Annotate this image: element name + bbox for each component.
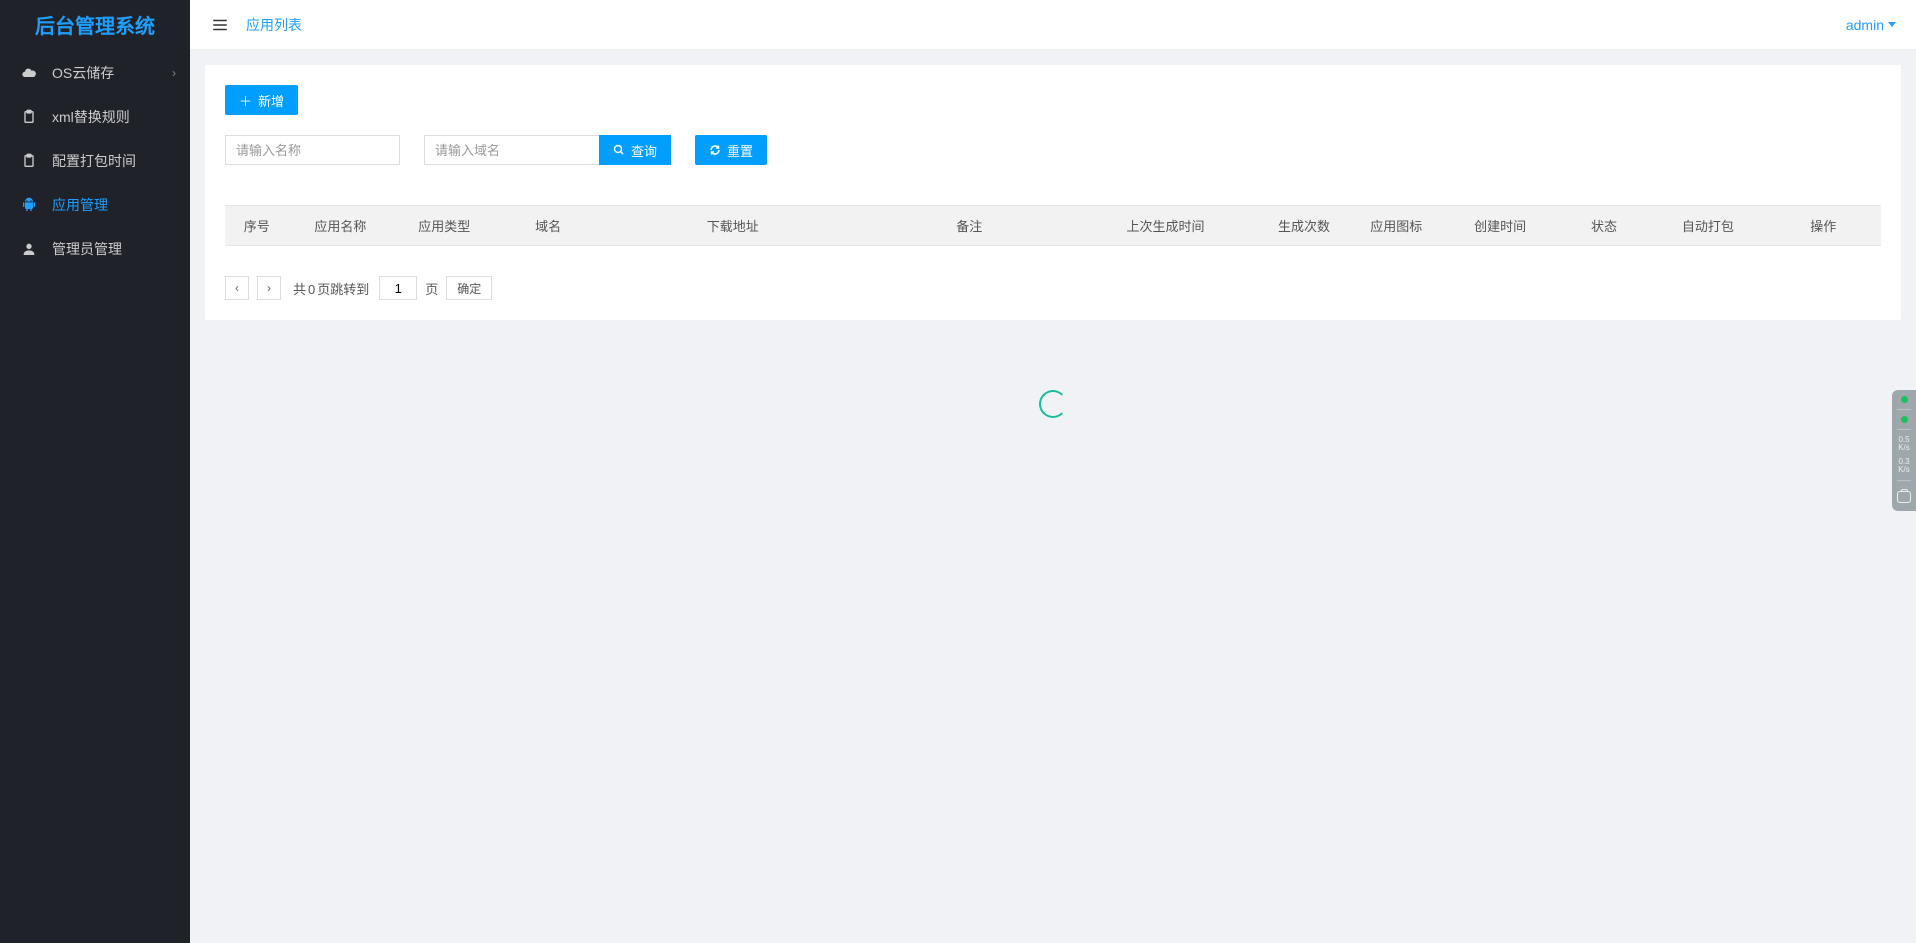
android-icon (20, 197, 38, 213)
th-app-type: 应用类型 (392, 206, 496, 246)
plus-icon: ＋ (239, 91, 252, 110)
sidebar-item-package-time[interactable]: 配置打包时间 (0, 139, 190, 183)
pager-prev[interactable]: ‹ (225, 276, 249, 300)
net-up: 0.5K/s (1898, 436, 1910, 452)
divider (1897, 429, 1911, 430)
clipboard-icon (20, 109, 38, 125)
chevron-right-icon: › (172, 66, 176, 80)
sidebar-item-label: 应用管理 (52, 195, 108, 215)
th-last-gen: 上次生成时间 (1073, 206, 1258, 246)
sidebar-item-label: 管理员管理 (52, 239, 122, 259)
th-app-name: 应用名称 (288, 206, 392, 246)
pager-page-input[interactable] (379, 276, 417, 300)
cloud-icon (20, 65, 38, 81)
search-button[interactable]: 查询 (599, 135, 671, 165)
status-dot-icon (1901, 396, 1908, 403)
caret-down-icon (1888, 22, 1896, 27)
search-icon (613, 144, 625, 156)
pager-confirm[interactable]: 确定 (446, 276, 492, 300)
reset-button[interactable]: 重置 (695, 135, 767, 165)
th-remark: 备注 (865, 206, 1073, 246)
th-icon: 应用图标 (1350, 206, 1442, 246)
pager-suffix: 页 (425, 279, 438, 298)
sidebar-item-xml-rules[interactable]: xml替换规则 (0, 95, 190, 139)
th-create-time: 创建时间 (1442, 206, 1557, 246)
th-actions: 操作 (1766, 206, 1881, 246)
divider (1897, 409, 1911, 410)
th-auto-pack: 自动打包 (1650, 206, 1765, 246)
refresh-icon (709, 144, 721, 156)
pagination: ‹ › 共0页跳转到 页 确定 (225, 276, 1881, 300)
th-download-url: 下载地址 (600, 206, 865, 246)
th-index: 序号 (225, 206, 288, 246)
table-header-row: 序号 应用名称 应用类型 域名 下载地址 备注 上次生成时间 生成次数 应用图标… (225, 206, 1881, 246)
sidebar-item-label: xml替换规则 (52, 107, 130, 127)
app-table: 序号 应用名称 应用类型 域名 下载地址 备注 上次生成时间 生成次数 应用图标… (225, 205, 1881, 246)
sidebar-item-app-management[interactable]: 应用管理 (0, 183, 190, 227)
status-dot-icon (1901, 416, 1908, 423)
user-name: admin (1846, 17, 1884, 33)
add-button[interactable]: ＋ 新增 (225, 85, 298, 115)
topbar: 应用列表 admin (190, 0, 1916, 50)
app-title: 后台管理系统 (0, 0, 190, 51)
th-domain: 域名 (496, 206, 600, 246)
camera-icon (1897, 491, 1911, 503)
sidebar-item-os-cloud[interactable]: OS云储存 › (0, 51, 190, 95)
th-status: 状态 (1558, 206, 1650, 246)
clipboard-icon (20, 153, 38, 169)
net-down: 0.3K/s (1898, 458, 1910, 474)
th-gen-count: 生成次数 (1258, 206, 1350, 246)
collapse-sidebar-button[interactable] (210, 16, 230, 34)
pager-next[interactable]: › (257, 276, 281, 300)
network-monitor-widget[interactable]: 0.5K/s 0.3K/s (1892, 390, 1916, 511)
divider (1897, 480, 1911, 481)
breadcrumb: 应用列表 (246, 15, 302, 35)
user-icon (20, 241, 38, 257)
sidebar-item-label: 配置打包时间 (52, 151, 136, 171)
loading-spinner (1039, 390, 1067, 418)
domain-input[interactable] (424, 135, 599, 165)
sidebar-item-admin[interactable]: 管理员管理 (0, 227, 190, 271)
user-menu[interactable]: admin (1846, 17, 1896, 33)
pager-info: 共0页跳转到 (293, 279, 371, 298)
content-card: ＋ 新增 查询 (205, 65, 1901, 320)
sidebar: 后台管理系统 OS云储存 › xml替换规则 配置打包时间 (0, 0, 190, 943)
sidebar-item-label: OS云储存 (52, 63, 114, 83)
name-input[interactable] (225, 135, 400, 165)
